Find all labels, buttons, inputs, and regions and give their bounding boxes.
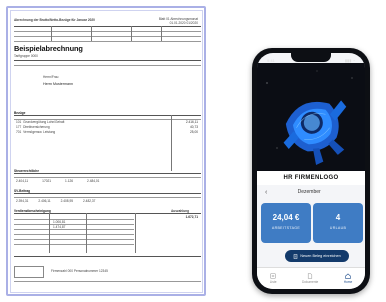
tile-label: URLAUB (329, 226, 347, 230)
tile-urlaub[interactable]: 4 URLAUB (313, 203, 363, 243)
document-title: Beispielabrechnung (14, 44, 83, 53)
employee-label: Herrn/Frau (43, 75, 59, 79)
earnings-amount: 40,73 (190, 125, 198, 129)
net-amount: 1.672,71 (185, 215, 198, 219)
hero-astronaut-image (257, 63, 365, 171)
net-value: 1.006,81 (53, 220, 66, 224)
tab-label: Dokumente (301, 280, 319, 284)
social-value: 2.482,37 (83, 199, 96, 203)
receipt-icon (293, 253, 298, 259)
social-value: 2.406,11 (38, 199, 51, 203)
document-subtitle: Tarifgruppe 0000 (14, 54, 38, 58)
document-header-meta: Blatt 01 Abrechnungsmonat 01.01.2020 01/… (159, 17, 198, 25)
document-firm-line: Abrechnung der Brutto/Netto-Bezüge für J… (14, 18, 95, 22)
month-selector[interactable]: ‹ Dezember (257, 185, 365, 199)
status-icons: ▮▮▮ ◔ (344, 57, 355, 63)
phone-device: 9:41 ▮▮▮ ◔ HR FIRMENLOGO ‹ Dezember 24,0… (252, 48, 370, 294)
social-values: 2.394,31 2.406,11 2.408,95 2.482,37 (16, 199, 95, 203)
tab-label: Home (343, 280, 353, 284)
tax-value: 17021 (42, 179, 52, 183)
social-value: 2.394,31 (16, 199, 29, 203)
tab-liste[interactable]: Liste (269, 273, 277, 284)
earnings-row: 177 Direktversicherung (16, 125, 50, 129)
list-icon (270, 273, 276, 279)
tile-arbeitstage[interactable]: 24,04 € ARBEITSTAGE (261, 203, 311, 243)
tax-values: 2.404,11 17021 1.126 2.484,01 (16, 179, 99, 183)
tile-value: 4 (335, 213, 341, 222)
submit-receipt-label: Neuen Beleg einreichen (300, 254, 341, 258)
tax-value: 2.404,11 (16, 179, 29, 183)
tile-label: ARBEITSTAGE (271, 226, 301, 230)
document-footer: Firmenzahl 000 Personalnummer 12345 (51, 269, 108, 273)
phone-screen: 9:41 ▮▮▮ ◔ HR FIRMENLOGO ‹ Dezember 24,0… (257, 53, 365, 289)
submit-receipt-button[interactable]: Neuen Beleg einreichen (285, 250, 349, 262)
payslip-document: Abrechnung der Brutto/Netto-Bezüge für J… (10, 10, 203, 293)
employee-address: Herrn/Frau Herrn Mustermann (43, 75, 73, 86)
status-time: 9:41 (267, 57, 275, 63)
earnings-row: 101 Grundvergütung Lohn/Gehalt (16, 120, 64, 124)
social-value: 2.408,95 (60, 199, 74, 203)
earnings-amount: 2.416,11 (185, 120, 198, 124)
tax-value: 2.484,01 (87, 179, 100, 183)
earnings-code: 101 (16, 120, 22, 124)
tab-dokumente[interactable]: Dokumente (302, 273, 318, 284)
earnings-row: 701 Vermögensw. Leistung (16, 130, 55, 134)
meta-line: 01.01.2020 01/2020 (169, 21, 198, 25)
earnings-code: 177 (16, 125, 22, 129)
tax-value: 1.126 (65, 179, 74, 183)
chevron-left-icon[interactable]: ‹ (265, 189, 267, 196)
net-label: Auszahlung (171, 209, 190, 213)
earnings-text: Vermögensw. Leistung (23, 130, 56, 134)
month-label: Dezember (297, 189, 321, 195)
earnings-text: Direktversicherung (23, 125, 50, 129)
earnings-code: 701 (16, 130, 22, 134)
phone-notch (291, 53, 331, 62)
employee-name: Herrn Mustermann (43, 82, 73, 86)
tile-value: 24,04 € (272, 213, 300, 222)
net-value: 1.474,87 (53, 225, 66, 229)
earnings-amount: 25,00 (190, 130, 198, 134)
company-logo-text: HR FIRMENLOGO (257, 171, 365, 185)
document-stamp-box (14, 266, 44, 278)
home-icon (345, 273, 351, 279)
bottom-tab-bar: Liste Dokumente Home (257, 267, 365, 289)
document-icon (308, 273, 313, 279)
tab-label: Liste (269, 280, 277, 284)
tab-home[interactable]: Home (343, 273, 353, 284)
earnings-text: Grundvergütung Lohn/Gehalt (23, 120, 65, 124)
